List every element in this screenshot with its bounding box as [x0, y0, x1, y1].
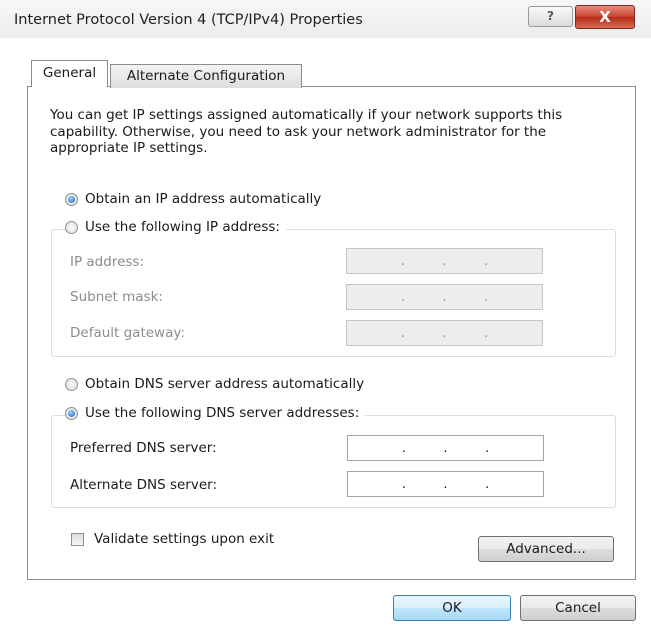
cancel-button[interactable]: Cancel: [520, 595, 636, 621]
preferred-dns-field[interactable]: ...: [347, 435, 544, 461]
obtain-ip-auto-label: Obtain an IP address automatically: [85, 191, 322, 207]
obtain-dns-auto-label: Obtain DNS server address automatically: [85, 376, 365, 392]
use-following-dns-label: Use the following DNS server addresses:: [85, 405, 360, 421]
close-button[interactable]: X: [575, 5, 635, 29]
use-following-dns-option[interactable]: Use the following DNS server addresses:: [65, 405, 366, 421]
ip-address-label: IP address:: [70, 254, 144, 270]
alternate-dns-label: Alternate DNS server:: [70, 477, 218, 493]
advanced-button[interactable]: Advanced...: [478, 536, 614, 562]
use-following-ip-radio[interactable]: [65, 220, 78, 234]
obtain-ip-auto-radio[interactable]: [65, 192, 78, 206]
help-button[interactable]: ?: [528, 6, 573, 27]
obtain-ip-auto-option[interactable]: Obtain an IP address automatically: [65, 191, 328, 207]
obtain-dns-auto-radio[interactable]: [65, 377, 78, 391]
subnet-mask-field[interactable]: ...: [346, 284, 543, 310]
intro-text: You can get IP settings assigned automat…: [50, 107, 563, 156]
ok-button[interactable]: OK: [393, 595, 511, 621]
default-gateway-label: Default gateway:: [70, 325, 185, 341]
title-bar: Internet Protocol Version 4 (TCP/IPv4) P…: [0, 0, 651, 38]
subnet-mask-label: Subnet mask:: [70, 289, 163, 305]
tab-alternate-configuration[interactable]: Alternate Configuration: [110, 64, 302, 88]
alternate-dns-field[interactable]: ...: [347, 471, 544, 497]
tab-general[interactable]: General: [31, 60, 108, 87]
help-icon: ?: [547, 9, 554, 23]
obtain-dns-auto-option[interactable]: Obtain DNS server address automatically: [65, 376, 371, 392]
default-gateway-field[interactable]: ...: [346, 320, 543, 346]
use-following-ip-label: Use the following IP address:: [85, 219, 280, 235]
use-following-dns-radio[interactable]: [65, 406, 78, 420]
window-title: Internet Protocol Version 4 (TCP/IPv4) P…: [14, 12, 363, 28]
validate-checkbox[interactable]: [71, 533, 84, 546]
preferred-dns-label: Preferred DNS server:: [70, 440, 217, 456]
close-icon: X: [599, 8, 611, 26]
validate-label: Validate settings upon exit: [94, 531, 275, 547]
use-following-ip-option[interactable]: Use the following IP address:: [65, 219, 286, 235]
ip-address-field[interactable]: ...: [346, 248, 543, 274]
